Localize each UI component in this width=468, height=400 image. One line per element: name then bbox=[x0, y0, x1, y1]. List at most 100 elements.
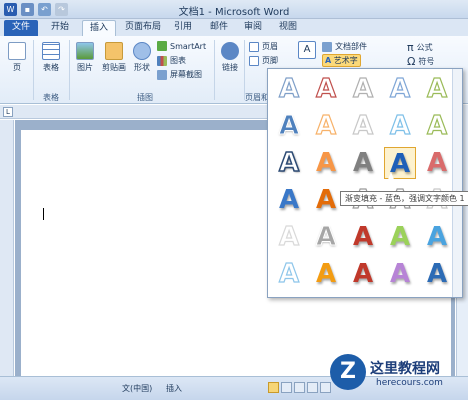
group-label-illustrations: 插图 bbox=[137, 93, 153, 102]
header-button[interactable]: 页眉 bbox=[249, 41, 278, 52]
wordart-style-item[interactable]: A bbox=[347, 258, 379, 290]
footer-button[interactable]: 页脚 bbox=[249, 55, 278, 66]
shapes-button-label: 形状 bbox=[134, 63, 150, 72]
wordart-style-item[interactable]: A bbox=[310, 258, 342, 290]
footer-icon bbox=[249, 55, 259, 66]
smartart-icon bbox=[157, 41, 167, 51]
text-cursor bbox=[43, 208, 44, 220]
gallery-scrollbar[interactable] bbox=[452, 69, 462, 297]
tab-home[interactable]: 开始 bbox=[44, 20, 76, 36]
shapes-button[interactable]: 形状 bbox=[131, 42, 153, 73]
table-button-label: 表格 bbox=[43, 63, 59, 72]
wordart-style-item[interactable]: A bbox=[347, 221, 379, 253]
wordart-button[interactable]: A 艺术字 bbox=[322, 54, 361, 67]
web-layout-icon[interactable] bbox=[294, 382, 305, 393]
shapes-icon bbox=[133, 42, 151, 60]
watermark-url: herecours.com bbox=[376, 378, 443, 388]
group-label-table: 表格 bbox=[43, 93, 59, 102]
status-mode[interactable]: 插入 bbox=[166, 383, 182, 394]
reading-view-icon[interactable] bbox=[281, 382, 292, 393]
watermark-title: 这里教程网 bbox=[370, 361, 440, 377]
print-layout-icon[interactable] bbox=[268, 382, 279, 393]
tab-selector[interactable]: L bbox=[3, 107, 13, 117]
pi-icon: π bbox=[407, 41, 414, 54]
wordart-style-item[interactable]: A bbox=[273, 258, 305, 290]
separator bbox=[33, 40, 34, 100]
picture-icon bbox=[76, 42, 94, 60]
header-label: 页眉 bbox=[262, 42, 278, 51]
wordart-style-item[interactable]: A bbox=[310, 147, 342, 179]
wordart-style-item[interactable]: A bbox=[421, 73, 453, 105]
wordart-style-item[interactable]: A bbox=[347, 73, 379, 105]
smartart-label: SmartArt bbox=[170, 41, 207, 51]
screenshot-button[interactable]: 屏幕截图 bbox=[157, 69, 202, 80]
draft-view-icon[interactable] bbox=[320, 382, 331, 393]
wordart-style-item[interactable]: A bbox=[384, 258, 416, 290]
outline-view-icon[interactable] bbox=[307, 382, 318, 393]
header-icon bbox=[249, 41, 259, 52]
textbox-icon: A bbox=[298, 41, 316, 59]
clipart-button[interactable]: 剪贴画 bbox=[99, 42, 129, 73]
wordart-style-item[interactable]: A bbox=[384, 110, 416, 142]
tab-page-layout[interactable]: 页面布局 bbox=[120, 20, 166, 36]
screenshot-label: 屏幕截图 bbox=[170, 70, 202, 79]
wordart-style-item[interactable]: A bbox=[310, 110, 342, 142]
separator bbox=[69, 40, 70, 100]
tab-view[interactable]: 视图 bbox=[273, 20, 303, 36]
page-button-label: 页 bbox=[13, 63, 21, 72]
clipart-icon bbox=[105, 42, 123, 60]
view-buttons bbox=[268, 382, 331, 393]
wordart-style-item[interactable]: A bbox=[273, 184, 305, 216]
tab-mailings[interactable]: 邮件 bbox=[204, 20, 234, 36]
tab-insert[interactable]: 插入 bbox=[82, 20, 116, 36]
wordart-style-item[interactable]: A bbox=[421, 221, 453, 253]
page-icon bbox=[8, 42, 26, 60]
watermark-logo: Z bbox=[330, 354, 366, 390]
textbox-button[interactable]: A bbox=[296, 41, 318, 61]
wordart-style-item[interactable]: A bbox=[310, 221, 342, 253]
docparts-button[interactable]: 文档部件 bbox=[322, 41, 367, 52]
clipart-button-label: 剪贴画 bbox=[102, 63, 126, 72]
docparts-label: 文档部件 bbox=[335, 42, 367, 51]
wordart-style-item[interactable]: A bbox=[310, 184, 342, 216]
vertical-ruler[interactable] bbox=[0, 120, 14, 376]
chart-label: 图表 bbox=[170, 56, 186, 65]
wordart-style-item[interactable]: A bbox=[347, 147, 379, 179]
wordart-style-item[interactable]: A bbox=[384, 73, 416, 105]
chart-button[interactable]: 图表 bbox=[157, 55, 186, 66]
docparts-icon bbox=[322, 41, 332, 52]
link-button[interactable]: 链接 bbox=[218, 42, 242, 73]
wordart-style-item[interactable]: A bbox=[310, 73, 342, 105]
wordart-style-item[interactable]: A bbox=[421, 110, 453, 142]
table-icon bbox=[42, 42, 60, 60]
symbol-button[interactable]: Ω 符号 bbox=[407, 55, 434, 68]
separator bbox=[244, 40, 245, 100]
tab-review[interactable]: 审阅 bbox=[238, 20, 268, 36]
group-label-header-footer: 页眉和 bbox=[245, 93, 269, 102]
wordart-style-item[interactable]: A bbox=[273, 73, 305, 105]
wordart-style-item[interactable]: A bbox=[273, 147, 305, 179]
smartart-button[interactable]: SmartArt bbox=[157, 41, 206, 51]
status-language[interactable]: 文(中国) bbox=[122, 383, 152, 394]
wordart-style-item[interactable]: A bbox=[421, 258, 453, 290]
wordart-style-item[interactable]: A bbox=[347, 110, 379, 142]
picture-button[interactable]: 图片 bbox=[73, 42, 97, 73]
equation-label: 公式 bbox=[416, 43, 433, 52]
tab-references[interactable]: 引用 bbox=[168, 20, 198, 36]
separator bbox=[214, 40, 215, 100]
picture-button-label: 图片 bbox=[77, 63, 93, 72]
tab-file[interactable]: 文件 bbox=[4, 20, 38, 36]
wordart-highlight: A 艺术字 bbox=[322, 54, 361, 67]
page-button[interactable]: 页 bbox=[6, 42, 28, 73]
wordart-style-item[interactable]: A bbox=[273, 110, 305, 142]
wordart-style-item[interactable]: A bbox=[273, 221, 305, 253]
wordart-style-item[interactable]: A bbox=[384, 221, 416, 253]
equation-button[interactable]: π 公式 bbox=[407, 41, 433, 54]
footer-label: 页脚 bbox=[262, 56, 278, 65]
wordart-icon: A bbox=[325, 56, 332, 65]
tooltip: 渐变填充 - 蓝色，强调文字颜色 1 bbox=[340, 191, 468, 206]
wordart-label: 艺术字 bbox=[333, 56, 358, 65]
ribbon-tabs: 文件 开始 插入 页面布局 引用 邮件 审阅 视图 bbox=[0, 19, 468, 36]
table-button[interactable]: 表格 bbox=[38, 42, 64, 73]
wordart-style-item[interactable]: A bbox=[421, 147, 453, 179]
